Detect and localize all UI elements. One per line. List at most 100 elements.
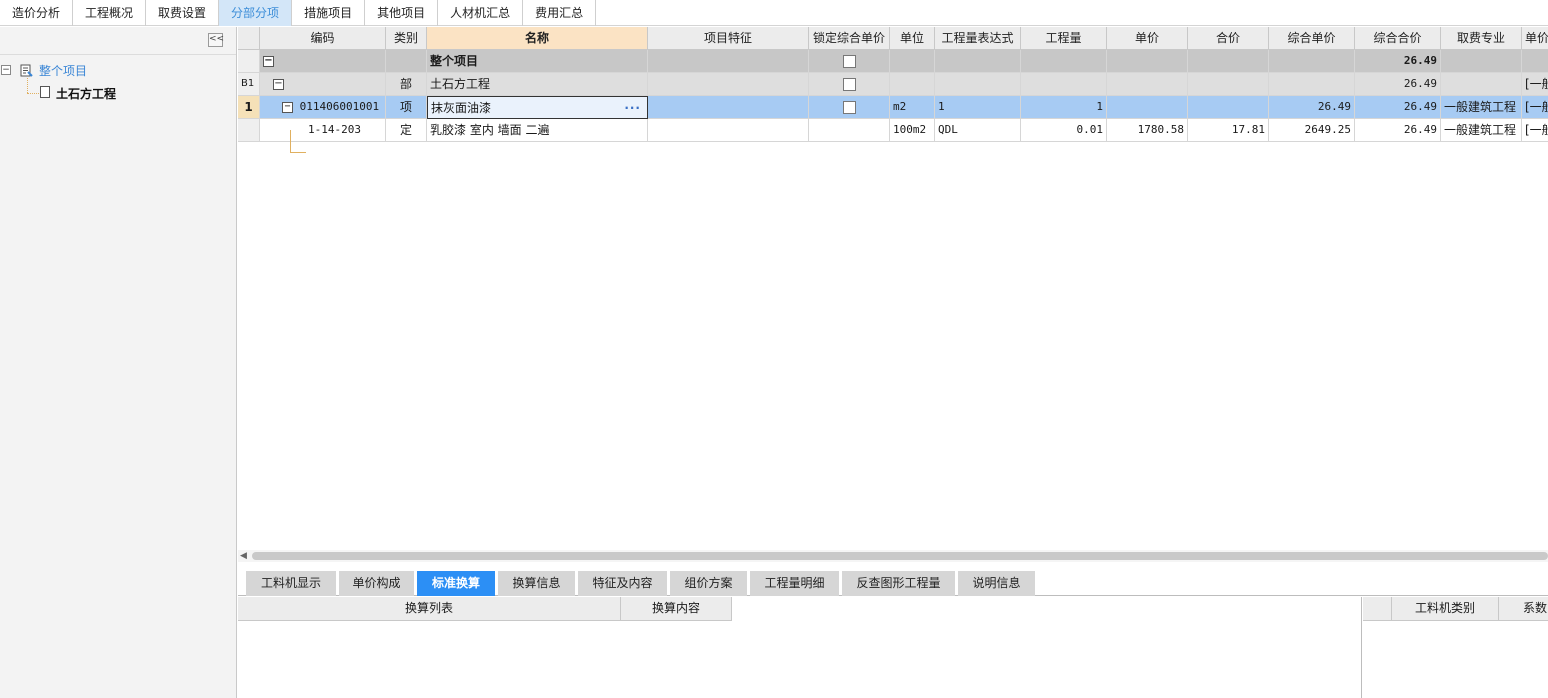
tab-labor-material-display[interactable]: 工料机显示	[246, 571, 336, 596]
row-expr-cell[interactable]	[935, 50, 1021, 73]
row-code-cell[interactable]: −	[260, 50, 386, 73]
tab-division-items[interactable]: 分部分项	[219, 0, 293, 26]
tab-other-items[interactable]: 其他项目	[365, 0, 439, 26]
row-extra-cell[interactable]: [一般	[1522, 96, 1548, 119]
row-category-cell[interactable]: 项	[386, 96, 427, 119]
col-header-comp-price[interactable]: 综合单价	[1269, 27, 1355, 50]
grid-horizontal-scrollbar[interactable]: ◀	[238, 550, 1548, 562]
table-row[interactable]: 1-14-203 定 乳胶漆 室内 墙面 二遍 100m2 QDL 0.01 1…	[238, 119, 1548, 142]
tree-node-earthwork[interactable]: 土石方工程	[56, 85, 116, 102]
row-code-cell[interactable]: − 011406001001	[260, 96, 386, 119]
lock-price-checkbox-cell[interactable]	[809, 96, 890, 119]
row-expr-cell[interactable]: QDL	[935, 119, 1021, 142]
table-row-selected[interactable]: 1 − 011406001001 项 抹灰面油漆 ··· m2 1 1 26.49…	[238, 96, 1548, 119]
row-extra-cell[interactable]: [一般	[1522, 73, 1548, 96]
row-total-cell[interactable]	[1188, 73, 1269, 96]
row-extra-cell[interactable]	[1522, 50, 1548, 73]
tab-labor-material-summary[interactable]: 人材机汇总	[438, 0, 524, 26]
row-fee-type-cell[interactable]: 一般建筑工程	[1441, 119, 1522, 142]
tree-node-root[interactable]: − 整个项目	[0, 61, 87, 79]
row-comp-price-cell[interactable]	[1269, 50, 1355, 73]
col-header-fee-type[interactable]: 取费专业	[1441, 27, 1522, 50]
row-name-editor[interactable]: 抹灰面油漆 ···	[427, 96, 648, 119]
col-header-qty-expr[interactable]: 工程量表达式	[935, 27, 1021, 50]
lock-price-checkbox-cell[interactable]	[809, 50, 890, 73]
more-options-icon[interactable]: ···	[624, 97, 641, 118]
col-header-total[interactable]: 合价	[1188, 27, 1269, 50]
row-expr-cell[interactable]: 1	[935, 96, 1021, 119]
col-header-name[interactable]: 名称	[427, 27, 648, 50]
row-unit-cell[interactable]	[890, 73, 935, 96]
tab-conversion-info[interactable]: 换算信息	[498, 571, 575, 596]
col-header-feature[interactable]: 项目特征	[648, 27, 809, 50]
collapse-toggle-icon[interactable]: −	[263, 56, 274, 67]
row-comp-price-cell[interactable]	[1269, 73, 1355, 96]
tab-description[interactable]: 说明信息	[958, 571, 1035, 596]
collapse-toggle-icon[interactable]: −	[282, 101, 293, 113]
row-name-cell[interactable]: 乳胶漆 室内 墙面 二遍	[427, 119, 648, 142]
row-extra-cell[interactable]: [一般	[1522, 119, 1548, 142]
tab-cost-analysis[interactable]: 造价分析	[0, 0, 74, 26]
row-price-cell[interactable]	[1107, 96, 1188, 119]
lock-price-checkbox[interactable]	[842, 55, 856, 68]
tab-project-overview[interactable]: 工程概况	[73, 0, 147, 26]
lock-price-checkbox[interactable]	[842, 78, 856, 91]
tree-collapse-icon[interactable]: −	[1, 65, 11, 75]
row-fee-type-cell[interactable]: 一般建筑工程	[1441, 96, 1522, 119]
col-header-coefficient[interactable]: 系数	[1499, 597, 1548, 621]
row-comp-total-cell[interactable]: 26.49	[1355, 119, 1441, 142]
row-category-cell[interactable]: 部	[386, 73, 427, 96]
tab-standard-conversion[interactable]: 标准换算	[417, 571, 495, 596]
row-fee-type-cell[interactable]	[1441, 50, 1522, 73]
tab-features-content[interactable]: 特征及内容	[578, 571, 667, 596]
col-header-conversion-list[interactable]: 换算列表	[238, 597, 621, 621]
table-row[interactable]: B1 − 部 土石方工程 26.49 [一般	[238, 73, 1548, 96]
row-unit-cell[interactable]: 100m2	[890, 119, 935, 142]
col-header-code[interactable]: 编码	[260, 27, 386, 50]
col-header-material-category[interactable]: 工料机类别	[1392, 597, 1499, 621]
row-unit-cell[interactable]: m2	[890, 96, 935, 119]
col-header-extra[interactable]: 单价	[1522, 27, 1548, 50]
scrollbar-thumb[interactable]	[252, 552, 1548, 560]
row-qty-cell[interactable]: 1	[1021, 96, 1107, 119]
tab-reverse-graphic-quantity[interactable]: 反查图形工程量	[842, 571, 955, 596]
table-row[interactable]: − 整个项目 26.49	[238, 50, 1548, 73]
row-comp-price-cell[interactable]: 2649.25	[1269, 119, 1355, 142]
tab-cost-summary[interactable]: 费用汇总	[523, 0, 597, 26]
row-feature-cell[interactable]	[648, 50, 809, 73]
col-header-lock-price[interactable]: 锁定综合单价	[809, 27, 890, 50]
row-category-cell[interactable]	[386, 50, 427, 73]
tab-fee-settings[interactable]: 取费设置	[146, 0, 220, 26]
lock-price-cell[interactable]	[809, 119, 890, 142]
row-code-cell[interactable]: −	[260, 73, 386, 96]
row-price-cell[interactable]	[1107, 50, 1188, 73]
collapse-panel-button[interactable]: <<	[208, 33, 224, 47]
row-qty-cell[interactable]	[1021, 73, 1107, 96]
row-feature-cell[interactable]	[648, 73, 809, 96]
row-qty-cell[interactable]: 0.01	[1021, 119, 1107, 142]
row-comp-total-cell[interactable]: 26.49	[1355, 50, 1441, 73]
row-total-cell[interactable]	[1188, 96, 1269, 119]
tab-measure-items[interactable]: 措施项目	[292, 0, 366, 26]
col-header-conversion-content[interactable]: 换算内容	[621, 597, 732, 621]
col-header-comp-total[interactable]: 综合合价	[1355, 27, 1441, 50]
row-name-cell[interactable]: 土石方工程	[427, 73, 648, 96]
lock-price-checkbox-cell[interactable]	[809, 73, 890, 96]
row-price-cell[interactable]	[1107, 73, 1188, 96]
row-total-cell[interactable]: 17.81	[1188, 119, 1269, 142]
col-header-unit-price[interactable]: 单价	[1107, 27, 1188, 50]
row-total-cell[interactable]	[1188, 50, 1269, 73]
col-header-unit[interactable]: 单位	[890, 27, 935, 50]
row-qty-cell[interactable]	[1021, 50, 1107, 73]
row-unit-cell[interactable]	[890, 50, 935, 73]
col-header-category[interactable]: 类别	[386, 27, 427, 50]
row-code-cell[interactable]: 1-14-203	[260, 119, 386, 142]
row-feature-cell[interactable]	[648, 119, 809, 142]
tab-pricing-plan[interactable]: 组价方案	[670, 571, 747, 596]
row-comp-price-cell[interactable]: 26.49	[1269, 96, 1355, 119]
scroll-left-icon[interactable]: ◀	[240, 551, 247, 561]
row-fee-type-cell[interactable]	[1441, 73, 1522, 96]
row-name-cell[interactable]: 整个项目	[427, 50, 648, 73]
row-feature-cell[interactable]	[648, 96, 809, 119]
row-price-cell[interactable]: 1780.58	[1107, 119, 1188, 142]
